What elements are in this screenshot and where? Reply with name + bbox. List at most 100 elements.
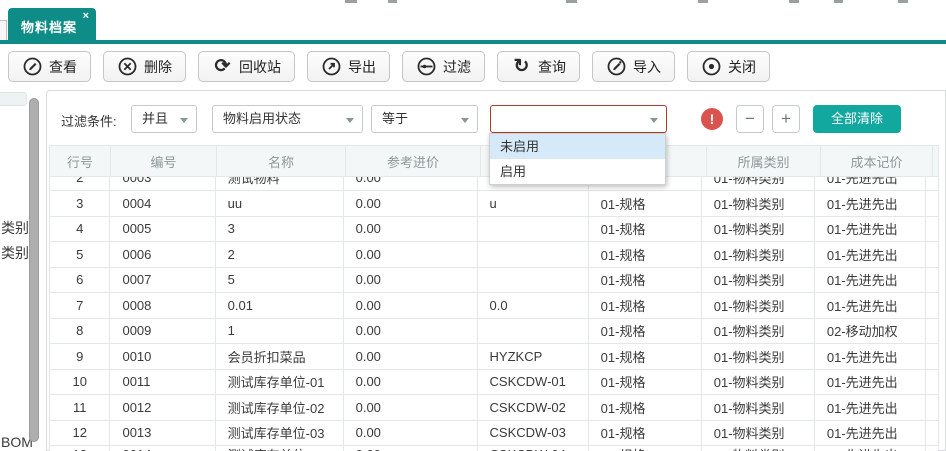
clipped-top-text <box>834 0 843 3</box>
table-cell: 8 <box>49 319 110 344</box>
delete-button[interactable]: 删除 <box>103 51 186 82</box>
remove-condition-button[interactable]: − <box>736 105 764 133</box>
table-cell <box>926 191 939 216</box>
table-cell <box>926 395 939 420</box>
table-cell: 0008 <box>110 293 215 318</box>
table-cell: CSKCDW-02 <box>478 395 589 420</box>
tab-fragment[interactable] <box>0 20 7 40</box>
table-header-cell <box>933 146 939 176</box>
table-row[interactable]: 8000910.0001-规格01-物料类别02-移动加权 <box>49 319 939 345</box>
table-cell: 12 <box>49 421 110 446</box>
table-row[interactable]: 5000620.0001-规格01-物料类别01-先进先出 <box>49 242 939 268</box>
close-button[interactable]: 关闭 <box>687 51 770 82</box>
table-cell <box>926 446 939 451</box>
recycle-bin-icon: ⟳ <box>212 56 233 77</box>
table-cell: 01-物料类别 <box>702 268 815 293</box>
chevron-down-icon <box>650 118 658 123</box>
table-row[interactable]: 130014测试库存单位-040.00CSKCDW-0401-规格01-物料类别… <box>49 446 939 451</box>
tree-node-label[interactable]: 类别 <box>1 218 29 238</box>
tree-search-input[interactable] <box>0 92 27 106</box>
table-cell: 0.00 <box>344 395 478 420</box>
table-row[interactable]: 6000750.0001-规格01-物料类别01-先进先出 <box>49 268 939 294</box>
table-cell: 3 <box>216 217 344 242</box>
query-icon: ↻ <box>511 56 532 77</box>
table-row[interactable]: 30004uu0.00u01-规格01-物料类别01-先进先出 <box>49 191 939 217</box>
table-cell: 01-规格 <box>589 421 702 446</box>
chevron-down-icon <box>346 118 354 123</box>
add-condition-button[interactable]: + <box>772 105 800 133</box>
table-cell: 01-物料类别 <box>702 217 815 242</box>
filter-value-dropdown-list: 未启用启用 <box>489 133 666 185</box>
table-cell: 测试库存单位-01 <box>216 370 344 395</box>
clipped-top-text <box>388 0 397 3</box>
table-cell: 13 <box>49 446 110 451</box>
table-cell: 0.00 <box>344 177 478 190</box>
table-cell: 01-规格 <box>589 217 702 242</box>
table-cell: u <box>478 191 589 216</box>
table-cell: 4 <box>49 217 110 242</box>
button-label: 查询 <box>538 57 566 77</box>
table-cell: 0009 <box>110 319 215 344</box>
table-row[interactable]: 100011测试库存单位-010.00CSKCDW-0101-规格01-物料类别… <box>49 370 939 396</box>
table-cell <box>926 344 939 369</box>
table-cell: 0003 <box>110 177 215 190</box>
view-button[interactable]: 查看 <box>8 51 91 82</box>
delete-icon <box>117 56 138 77</box>
table-header-cell: 所属类别 <box>707 146 821 176</box>
filter-value-select[interactable] <box>490 105 667 133</box>
table-cell: CSKCDW-01 <box>478 370 589 395</box>
table-cell: 01-物料类别 <box>702 395 815 420</box>
tab-material-archive[interactable]: 物料档案 × <box>8 8 96 40</box>
filter-operator-select[interactable]: 等于 <box>371 105 478 133</box>
table-row[interactable]: 120013测试库存单位-030.00CSKCDW-0301-规格01-物料类别… <box>49 421 939 447</box>
export-icon <box>321 56 342 77</box>
clear-all-button[interactable]: 全部清除 <box>813 105 901 133</box>
clipped-top-text <box>789 0 799 3</box>
table-body: 30004uu0.00u01-规格01-物料类别01-先进先出4000530.0… <box>49 191 939 446</box>
material-table: 行号编号名称参考进价所属类别成本记价 20003测试物料0.0001-规格01-… <box>49 145 939 451</box>
table-row[interactable]: 4000530.0001-规格01-物料类别01-先进先出 <box>49 217 939 243</box>
table-cell: 11 <box>49 395 110 420</box>
table-cell: 01-物料类别 <box>702 370 815 395</box>
table-cell: 01-物料类别 <box>702 177 815 190</box>
query-button[interactable]: ↻ 查询 <box>497 51 580 82</box>
filter-field-select[interactable]: 物料启用状态 <box>212 105 363 133</box>
table-cell: 2 <box>216 242 344 267</box>
table-cell: 01-物料类别 <box>702 446 815 451</box>
export-button[interactable]: 导出 <box>307 51 390 82</box>
table-cell: 01-物料类别 <box>702 344 815 369</box>
table-cell <box>926 242 939 267</box>
table-cell <box>926 421 939 446</box>
table-cell: 测试物料 <box>216 177 344 190</box>
table-row[interactable]: 110012测试库存单位-020.00CSKCDW-0201-规格01-物料类别… <box>49 395 939 421</box>
dropdown-option[interactable]: 启用 <box>490 159 665 184</box>
table-cell: 0.00 <box>344 421 478 446</box>
table-cell <box>478 217 589 242</box>
table-cell: 10 <box>49 370 110 395</box>
table-cell: 01-先进先出 <box>815 217 926 242</box>
table-cell <box>926 319 939 344</box>
import-button[interactable]: 导入 <box>592 51 675 82</box>
table-row[interactable]: 90010会员折扣菜品0.00HYZKCP01-规格01-物料类别01-先进先出 <box>49 344 939 370</box>
table-row[interactable]: 700080.010.000.001-规格01-物料类别01-先进先出 <box>49 293 939 319</box>
table-header-cell: 成本记价 <box>821 146 933 176</box>
table-cell: 01-规格 <box>589 242 702 267</box>
table-cell: 0.00 <box>344 446 478 451</box>
button-label: 查看 <box>49 57 77 77</box>
table-cell <box>478 268 589 293</box>
tab-close-icon[interactable]: × <box>83 10 89 22</box>
tree-node-label[interactable]: 类别 <box>1 243 29 263</box>
partially-visible-row-bottom: 130014测试库存单位-040.00CSKCDW-0401-规格01-物料类别… <box>49 446 939 451</box>
recycle-bin-button[interactable]: ⟳ 回收站 <box>198 51 295 82</box>
validation-error-icon: ! <box>701 108 723 130</box>
filter-logic-select[interactable]: 并且 <box>131 105 197 133</box>
table-cell: 01-规格 <box>589 370 702 395</box>
table-cell: 01-先进先出 <box>815 191 926 216</box>
table-cell: 01-先进先出 <box>815 177 926 190</box>
dropdown-option[interactable]: 未启用 <box>490 134 665 159</box>
table-cell: 0014 <box>110 446 215 451</box>
vertical-scrollbar[interactable] <box>29 98 39 442</box>
table-cell: HYZKCP <box>478 344 589 369</box>
table-cell: 2 <box>49 177 110 190</box>
filter-button[interactable]: 过滤 <box>402 51 485 82</box>
